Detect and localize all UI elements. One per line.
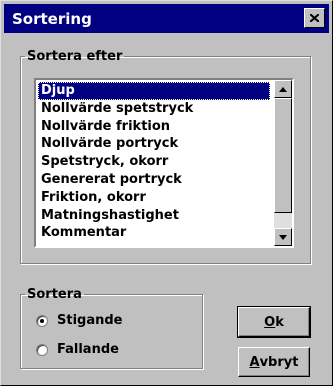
dialog-title: Sortering [12, 10, 92, 28]
cancel-mnemonic: A [249, 354, 260, 370]
close-button[interactable] [304, 8, 325, 28]
scroll-thumb[interactable] [274, 98, 292, 213]
list-item[interactable]: Spetstryck, okorr [38, 153, 270, 171]
sortering-dialog: Sortering Sortera efter Djup Nollvärde s… [0, 0, 333, 386]
sort-order-legend: Sortera [27, 287, 82, 302]
list-item[interactable]: Nollvärde portryck [38, 135, 270, 153]
list-item[interactable]: Djup [38, 82, 270, 100]
sort-by-legend: Sortera efter [27, 49, 123, 64]
triangle-down-icon [279, 234, 287, 240]
list-item[interactable]: Genererat portryck [38, 171, 270, 189]
list-item[interactable]: Matningshastighet [38, 207, 270, 225]
ok-label: k [275, 314, 284, 330]
radio-descending[interactable]: Fallande [36, 342, 119, 357]
ok-mnemonic: O [264, 314, 276, 330]
list-item[interactable]: Kommentar [38, 224, 270, 242]
list-item[interactable]: Nollvärde friktion [38, 118, 270, 136]
vertical-scrollbar[interactable] [274, 80, 292, 246]
title-bar[interactable]: Sortering [4, 4, 329, 33]
list-item[interactable]: Friktion, okorr [38, 189, 270, 207]
radio-circle [36, 343, 48, 356]
sort-field-listbox[interactable]: Djup Nollvärde spetstryck Nollvärde frik… [34, 78, 294, 248]
sort-field-list: Djup Nollvärde spetstryck Nollvärde frik… [38, 82, 270, 242]
radio-descending-label: Fallande [57, 342, 119, 357]
radio-circle [36, 314, 48, 327]
scroll-down-button[interactable] [274, 228, 292, 246]
close-icon [310, 14, 319, 22]
triangle-up-icon [279, 86, 287, 92]
cancel-label: vbryt [259, 354, 299, 370]
ok-button[interactable]: Ok [237, 306, 311, 338]
cancel-button[interactable]: Avbryt [238, 347, 310, 377]
radio-ascending[interactable]: Stigande [36, 313, 123, 328]
radio-dot [40, 318, 44, 323]
scroll-up-button[interactable] [274, 80, 292, 98]
radio-ascending-label: Stigande [57, 313, 123, 328]
list-item[interactable]: Nollvärde spetstryck [38, 100, 270, 118]
